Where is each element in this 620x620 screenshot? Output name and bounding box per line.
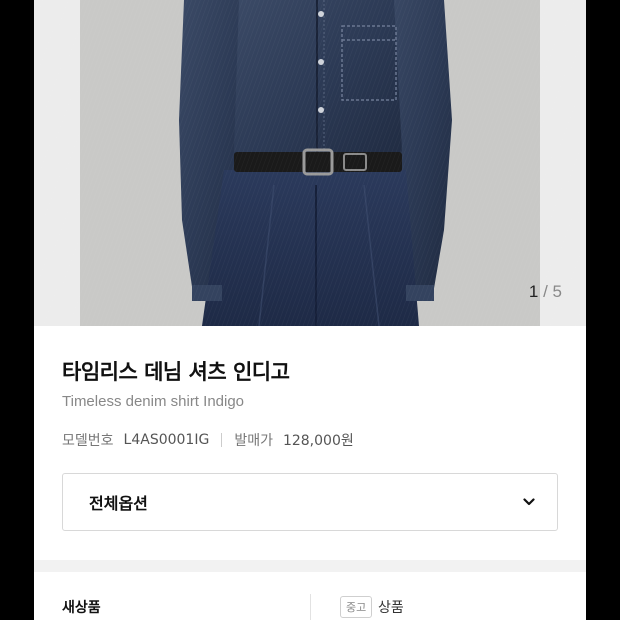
product-screen: 1 / 5 타임리스 데님 셔츠 인디고 Timeless denim shir…	[34, 0, 586, 620]
model-number-value: L4AS0001IG	[123, 432, 210, 448]
image-counter-current: 1	[528, 282, 539, 301]
meta-divider	[221, 433, 223, 447]
section-separator	[34, 560, 586, 572]
condition-tabs: 새상품 중고 상품	[34, 580, 586, 620]
tab-used-product[interactable]: 상품	[378, 597, 404, 617]
image-counter: 1 / 5	[529, 282, 562, 302]
image-counter-separator: /	[543, 282, 548, 301]
release-price-value: 128,000원	[282, 433, 354, 449]
product-meta: 모델번호 L4AS0001IG 발매가 128,000원	[62, 430, 354, 450]
tab-divider	[310, 594, 311, 620]
product-photo	[34, 0, 586, 326]
all-options-select[interactable]: 전체옵션	[62, 473, 558, 531]
model-number-label: 모델번호	[62, 433, 114, 449]
used-badge: 중고	[340, 596, 373, 618]
all-options-label: 전체옵션	[89, 494, 148, 513]
product-image-carousel[interactable]: 1 / 5	[34, 0, 586, 326]
chevron-down-icon	[523, 498, 535, 506]
tab-new-product[interactable]: 새상품	[62, 597, 101, 617]
product-subtitle: Timeless denim shirt Indigo	[62, 393, 245, 410]
product-title: 타임리스 데님 셔츠 인디고	[62, 360, 290, 384]
release-price-label: 발매가	[234, 433, 273, 449]
image-counter-total: 5	[552, 282, 562, 301]
